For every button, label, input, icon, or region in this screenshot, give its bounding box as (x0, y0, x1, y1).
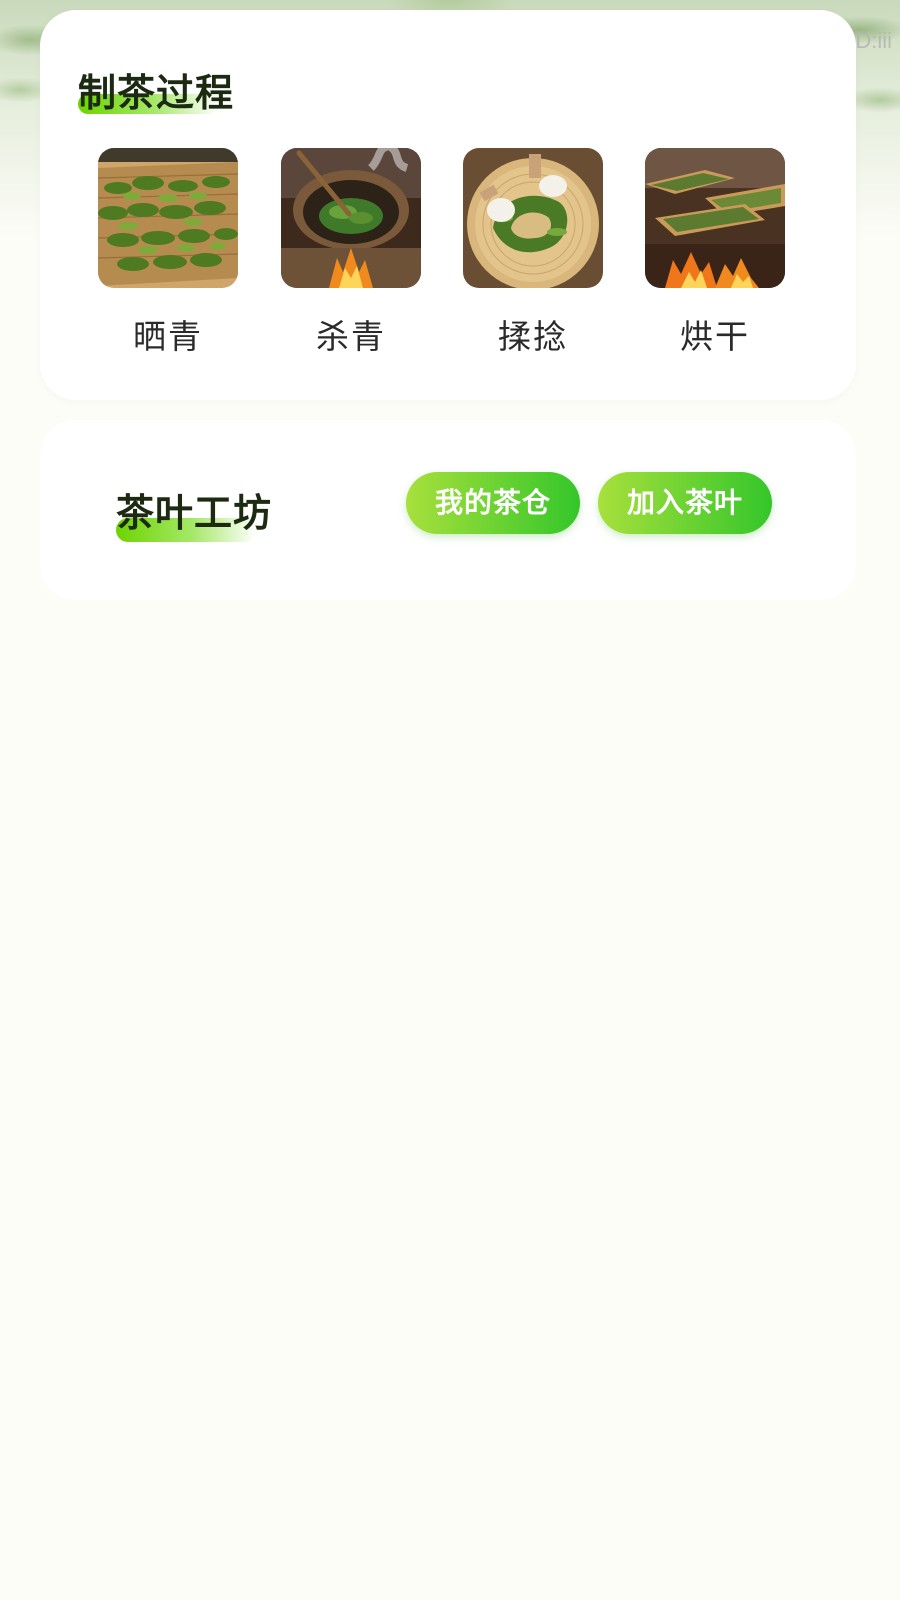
tea-process-card: 制茶过程 晒青 杀青 揉捻 烘干 (40, 10, 856, 400)
tea-workshop-title: 茶叶工坊 (116, 491, 273, 535)
my-tea-warehouse-button[interactable]: 我的茶仓 (406, 472, 580, 534)
process-step-baking[interactable]: 烘干 (645, 148, 785, 358)
process-step-label: 晒青 (133, 317, 203, 356)
process-step-rolling[interactable]: 揉捻 (463, 148, 603, 358)
sun-withering-photo (98, 148, 238, 288)
app-page: ID:iii 制茶过程 晒青 杀青 揉捻 烘干 茶叶工坊 我的茶仓 加入茶叶 (0, 0, 900, 1600)
hand-rolling-photo (463, 148, 603, 288)
wok-fixing-photo (281, 148, 421, 288)
process-step-sun-withering[interactable]: 晒青 (98, 148, 238, 358)
add-tea-button[interactable]: 加入茶叶 (598, 472, 772, 534)
tea-workshop-card: 茶叶工坊 我的茶仓 加入茶叶 (40, 420, 856, 600)
baking-drying-photo (645, 148, 785, 288)
process-step-label: 杀青 (316, 317, 386, 356)
process-step-fixing[interactable]: 杀青 (281, 148, 421, 358)
process-steps-list: 晒青 杀青 揉捻 烘干 (98, 148, 798, 368)
process-step-label: 揉捻 (498, 317, 568, 356)
tea-process-title: 制茶过程 (78, 71, 235, 115)
process-step-label: 烘干 (680, 317, 750, 356)
